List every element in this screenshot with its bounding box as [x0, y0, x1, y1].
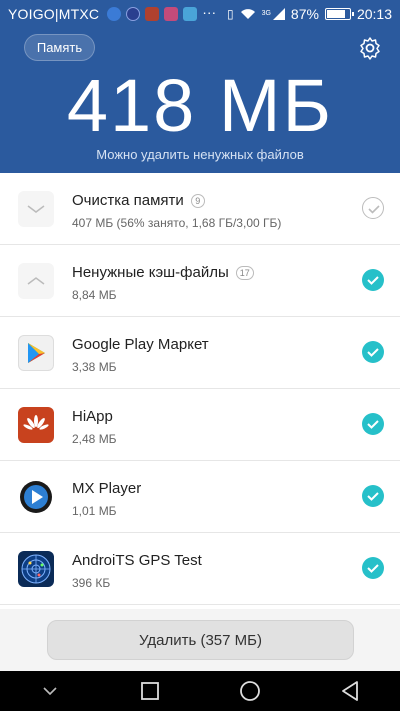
- status-bar: YOIGO|MTXC ··· ▯ 3G 87% 20:13: [0, 0, 400, 28]
- vibrate-icon: ▯: [226, 7, 234, 21]
- cleanable-subtitle: Можно удалить ненужных файлов: [96, 147, 304, 162]
- carrier-name: YOIGO|MTXC: [8, 6, 100, 22]
- list-item-app[interactable]: AndroiTS GPS Test 396 КБ: [0, 533, 400, 605]
- gear-icon[interactable]: [358, 36, 382, 60]
- item-title: AndroiTS GPS Test: [72, 552, 202, 569]
- browser-icon: [126, 7, 141, 21]
- item-size: 396 КБ: [72, 576, 111, 590]
- item-title: MX Player: [72, 480, 142, 497]
- more-icon: ···: [202, 4, 217, 20]
- checkbox[interactable]: [362, 413, 384, 435]
- hide-keyboard-icon[interactable]: [30, 671, 70, 711]
- item-title: Очистка памяти: [72, 192, 184, 209]
- item-size: 2,48 МБ: [72, 432, 117, 446]
- photo-icon: [164, 7, 179, 21]
- item-title: HiApp: [72, 408, 113, 425]
- shield-icon: [107, 7, 122, 21]
- notification-icons: ···: [107, 4, 217, 21]
- signal-icon: [272, 8, 285, 20]
- chevron-down-icon[interactable]: [18, 191, 54, 227]
- item-size: 3,38 МБ: [72, 360, 117, 374]
- list-item-app[interactable]: HiApp 2,48 МБ: [0, 389, 400, 461]
- item-title: Google Play Маркет: [72, 336, 209, 353]
- list-item-memory-cleanup[interactable]: Очистка памяти 9 407 МБ (56% занято, 1,68…: [0, 173, 400, 245]
- mx-player-icon: [18, 479, 54, 515]
- navigation-bar: [0, 671, 400, 711]
- list-item-cache-files[interactable]: Ненужные кэш-файлы 17 8,84 МБ: [0, 245, 400, 317]
- recents-icon[interactable]: [130, 671, 170, 711]
- home-icon[interactable]: [230, 671, 270, 711]
- battery-percent: 87%: [290, 6, 319, 22]
- clock: 20:13: [356, 6, 392, 22]
- header: Память 418 МБ Можно удалить ненужных фай…: [0, 28, 400, 173]
- action-bar: Удалить (357 МБ): [0, 609, 400, 671]
- battery-icon: [324, 8, 354, 20]
- checkbox[interactable]: [362, 197, 384, 219]
- item-title: Ненужные кэш-файлы: [72, 264, 229, 281]
- item-size: 407 МБ (56% занято, 1,68 ГБ/3,00 ГБ): [72, 216, 282, 230]
- item-count-badge: 9: [190, 193, 205, 208]
- google-play-icon: [18, 335, 54, 371]
- item-count-badge: 17: [235, 265, 254, 280]
- wifi-icon: [240, 9, 255, 19]
- list-item-app[interactable]: MX Player 1,01 МБ: [0, 461, 400, 533]
- checkbox[interactable]: [362, 341, 384, 363]
- back-icon[interactable]: [330, 671, 370, 711]
- memory-button[interactable]: Память: [24, 34, 95, 61]
- item-size: 8,84 МБ: [72, 288, 117, 302]
- chevron-up-icon[interactable]: [18, 263, 54, 299]
- item-size: 1,01 МБ: [72, 504, 117, 518]
- cleanable-size: 418 МБ: [66, 64, 334, 147]
- network-type: 3G: [261, 10, 271, 17]
- photo-icon: [183, 7, 198, 21]
- checkbox[interactable]: [362, 485, 384, 507]
- list-item-app[interactable]: Google Play Маркет 3,38 МБ: [0, 317, 400, 389]
- checkbox[interactable]: [362, 269, 384, 291]
- game-icon: [145, 7, 160, 21]
- cleanup-list: Очистка памяти 9 407 МБ (56% занято, 1,68…: [0, 173, 400, 609]
- delete-button[interactable]: Удалить (357 МБ): [47, 620, 354, 660]
- checkbox[interactable]: [362, 557, 384, 579]
- gps-test-icon: [18, 551, 54, 587]
- hiapp-icon: [18, 407, 54, 443]
